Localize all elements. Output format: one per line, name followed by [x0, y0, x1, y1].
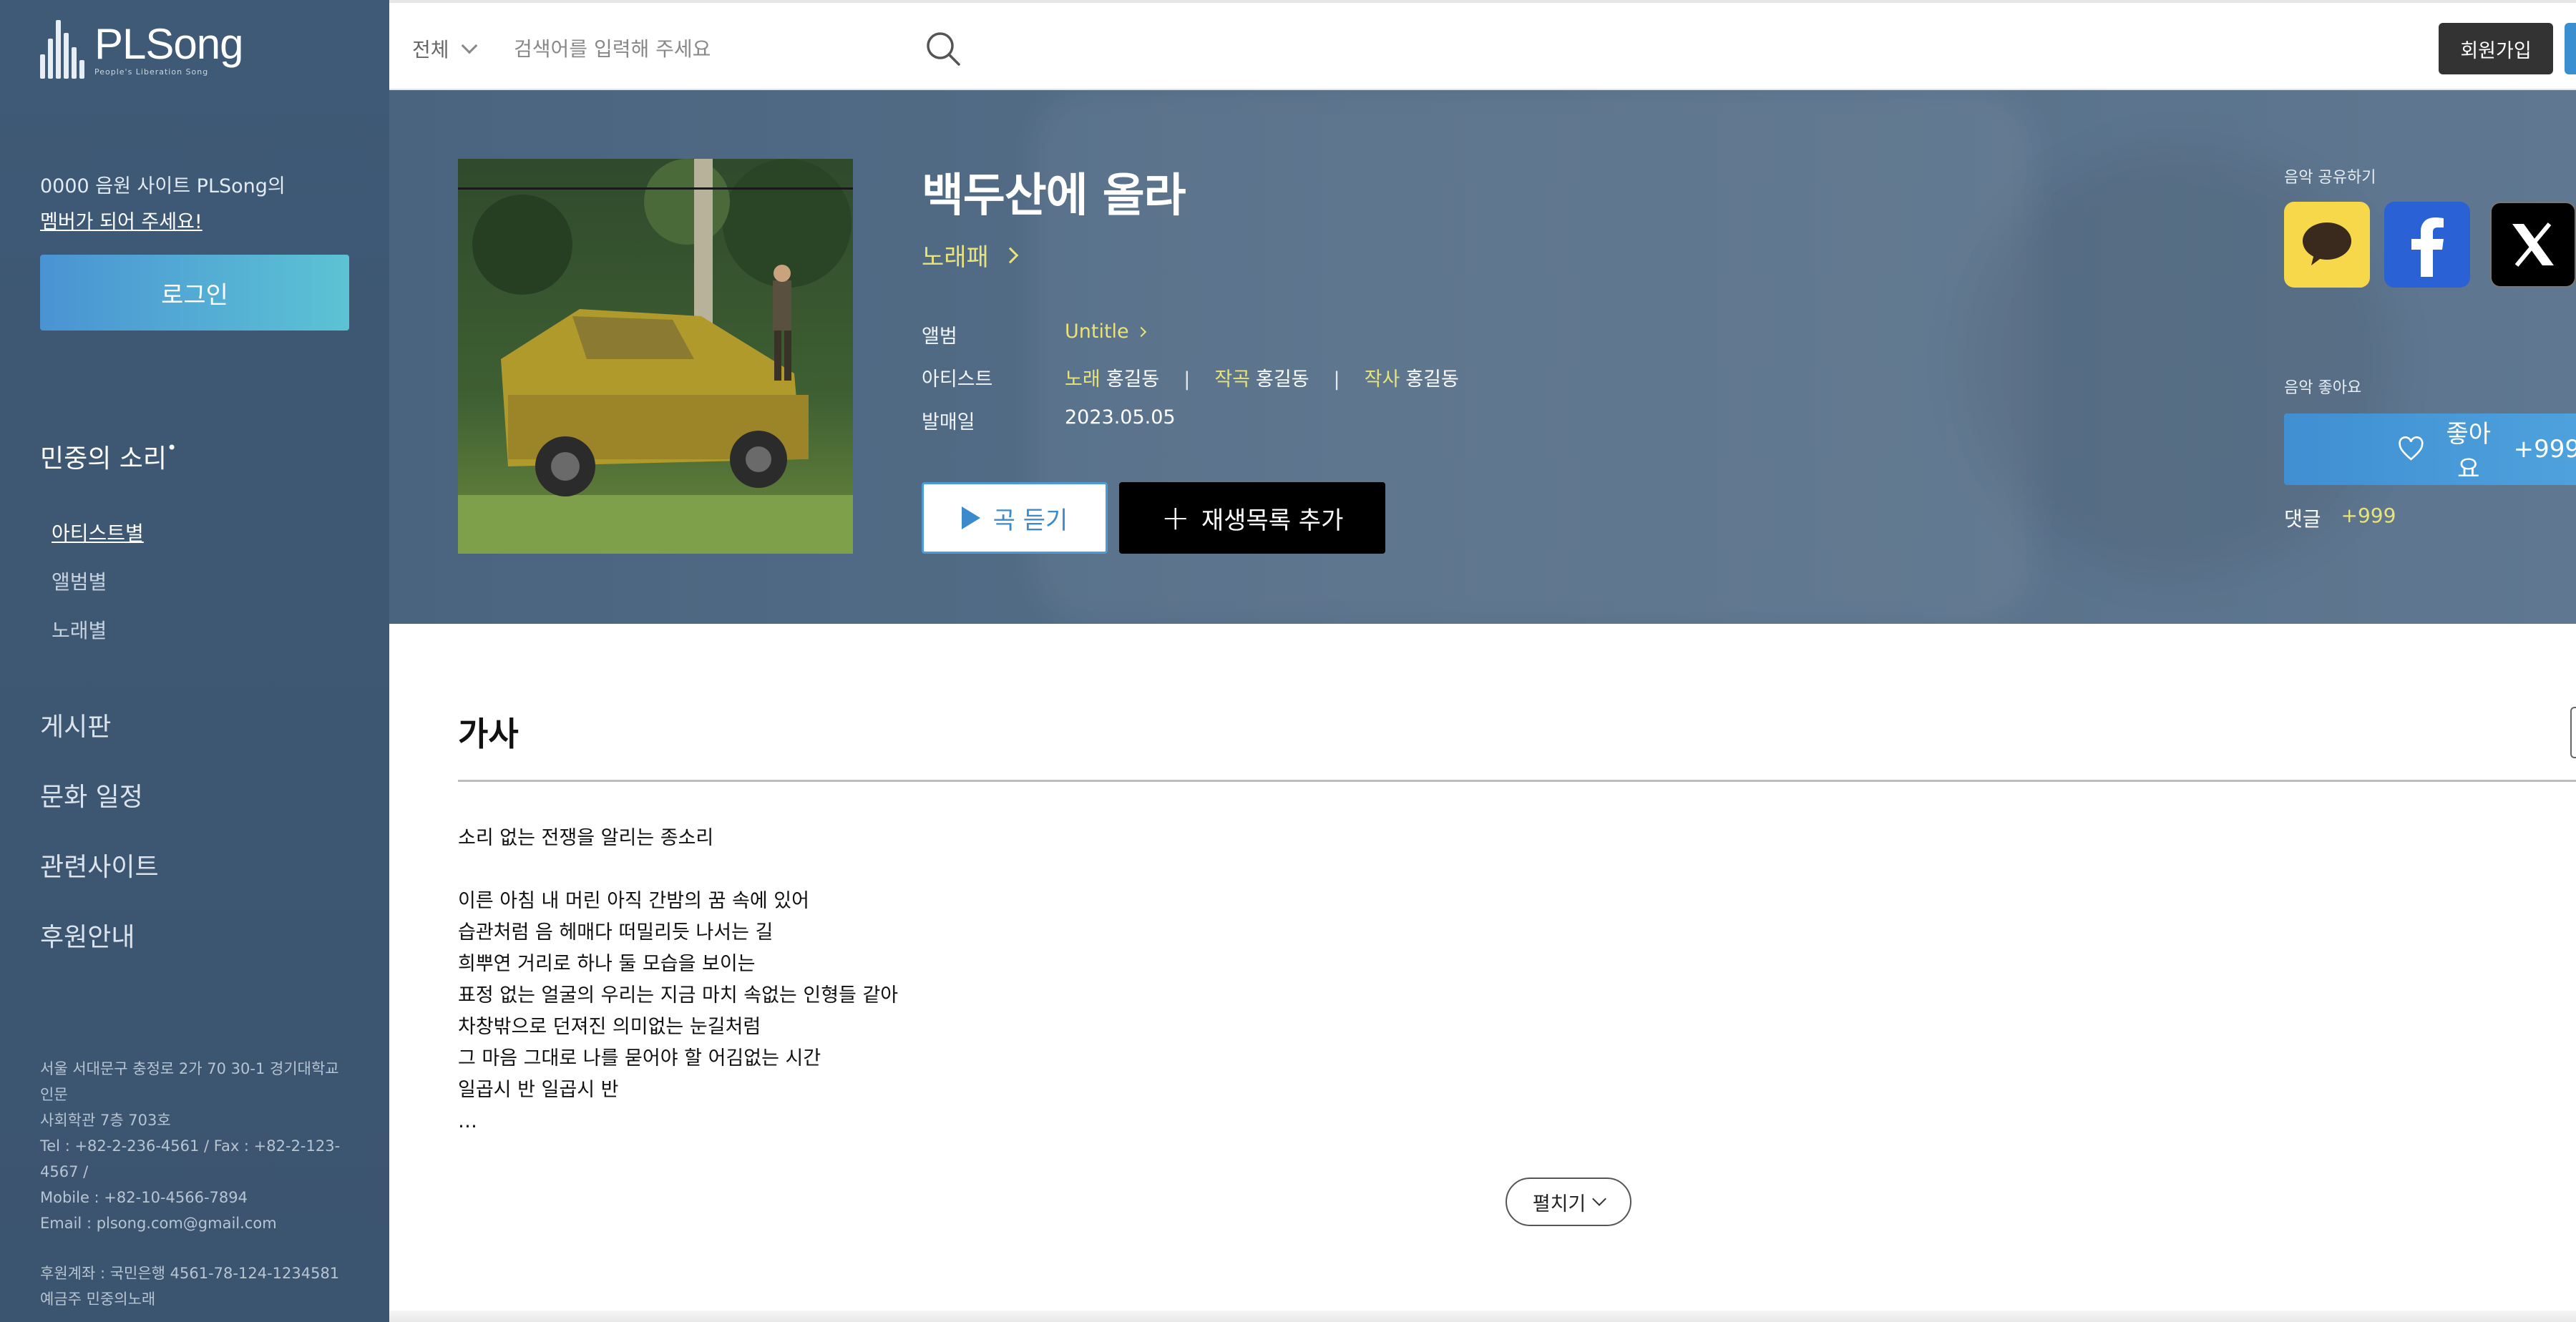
kakao-icon — [2303, 222, 2351, 265]
footer-email: Email : plsong.com@gmail.com — [40, 1215, 277, 1232]
lyrics-line: 그 마음 그대로 나를 묻어야 할 어김없는 시간 — [458, 1047, 821, 1069]
play-label: 곡 듣기 — [992, 506, 1068, 535]
footer-tel: Tel : +82-2-236-4561 / Fax : +82-2-123-4… — [40, 1137, 341, 1180]
plus-icon: + — [1161, 498, 1190, 538]
footer-address-2: 사회학관 7층 703호 — [40, 1112, 171, 1129]
comment-count: +999 — [2341, 504, 2396, 527]
share-label: 음악 공유하기 — [2284, 169, 2376, 187]
like-button[interactable]: 좋아요 +999 — [2284, 413, 2576, 485]
release-date: 2023.05.05 — [1065, 406, 1176, 429]
chevron-right-icon — [1002, 247, 1019, 263]
promo-highlight[interactable]: 멤버가 되어 주세요! — [40, 205, 286, 240]
lyrics-blank-line — [458, 854, 898, 886]
sidebar: PLSong People's Liberation Song 0000 음원 … — [0, 0, 389, 1322]
main-navigation: 게시판 문화 일정 관련사이트 후원안내 — [40, 692, 159, 973]
lyrics-line: 소리 없는 전쟁을 알리는 종소리 — [458, 827, 714, 849]
play-icon — [961, 506, 980, 529]
credit-role: 노래 — [1065, 368, 1101, 391]
promo-line: 0000 음원 사이트 PLSong의 — [40, 175, 286, 197]
lyrics-line: 습관처럼 음 헤매다 떠밀리듯 나서는 길 — [458, 921, 774, 944]
footer-account: 후원계좌 : 국민은행 4561-78-124-1234581 — [40, 1265, 340, 1282]
lyrics-line: 차창밖으로 던져진 의미없는 눈길처럼 — [458, 1016, 761, 1038]
lyrics-side-button[interactable] — [2570, 707, 2576, 758]
add-to-playlist-button[interactable]: + 재생목록 추가 — [1119, 482, 1385, 554]
lyrics-line: 표정 없는 얼굴의 우리는 지금 마치 속없는 인형들 같아 — [458, 984, 899, 1007]
credit-role: 작사 — [1364, 368, 1400, 391]
footer-mobile: Mobile : +82-10-4566-7894 — [40, 1189, 248, 1206]
lyrics-divider — [458, 780, 2576, 782]
site-logo[interactable]: PLSong People's Liberation Song — [40, 19, 244, 80]
credit-name: 홍길동 — [1256, 368, 1309, 391]
chevron-down-icon — [461, 37, 477, 54]
search-category-value: 전체 — [412, 38, 449, 62]
lyrics-line: 희뿌연 거리로 하나 둘 모습을 보이는 — [458, 953, 756, 975]
nav-section-title[interactable]: 민중의 소리• — [40, 438, 177, 475]
album-cover — [458, 159, 853, 554]
add-label: 재생목록 추가 — [1201, 506, 1344, 535]
lyrics-title: 가사 — [458, 715, 519, 753]
expand-label: 펼치기 — [1532, 1193, 1586, 1215]
top-bar: 전체 회원가입 — [389, 0, 2576, 90]
expand-lyrics-button[interactable]: 펼치기 — [1506, 1177, 1631, 1226]
comment-label: 댓글 — [2284, 507, 2321, 531]
credit-separator: | — [1333, 368, 1340, 391]
facebook-icon — [2411, 217, 2444, 277]
logo-mark-icon — [40, 20, 84, 79]
lyrics-line: 이른 아침 내 머린 아직 간밤의 꿈 속에 있어 — [458, 890, 809, 912]
credit-name: 홍길동 — [1106, 368, 1160, 391]
credit-separator: | — [1184, 368, 1191, 391]
signup-button[interactable]: 회원가입 — [2439, 23, 2553, 74]
share-facebook-button[interactable] — [2384, 202, 2470, 288]
chevron-down-icon — [1592, 1192, 1607, 1206]
subnav-item-song[interactable]: 노래별 — [52, 607, 144, 655]
login-button[interactable]: 로그인 — [40, 255, 349, 330]
chevron-right-icon — [1136, 326, 1146, 337]
search-category-select[interactable]: 전체 — [412, 34, 477, 63]
credit-role: 작곡 — [1214, 368, 1251, 391]
bottom-edge — [389, 1311, 2576, 1322]
credits: 노래 홍길동 | 작곡 홍길동 | 작사 홍길동 — [1065, 363, 1459, 391]
search-input[interactable] — [512, 29, 913, 69]
subnav-item-artist[interactable]: 아티스트별 — [52, 509, 144, 558]
play-song-button[interactable]: 곡 듣기 — [922, 482, 1108, 554]
lyrics-ellipsis: … — [458, 1110, 477, 1132]
heart-icon — [2399, 436, 2424, 461]
footer-address: 서울 서대문구 충정로 2가 70 30-1 경기대학교 인문 — [40, 1060, 339, 1103]
like-count: +999 — [2513, 435, 2576, 464]
x-icon — [2512, 222, 2554, 267]
footer-account-holder: 예금주 민중의노래 — [40, 1291, 156, 1308]
artist-link[interactable]: 노래패 — [922, 238, 1019, 273]
nav-section-dot: • — [167, 438, 177, 458]
nav-item-related-sites[interactable]: 관련사이트 — [40, 833, 159, 903]
nav-item-board[interactable]: 게시판 — [40, 692, 159, 763]
nav-item-sponsorship[interactable]: 후원안내 — [40, 903, 159, 973]
album-link[interactable]: Untitle — [1065, 320, 1146, 343]
logo-name: PLSong — [94, 19, 244, 68]
like-label: 음악 좋아요 — [2284, 379, 2362, 397]
nav-section-label: 민중의 소리 — [40, 444, 167, 474]
release-label: 발매일 — [922, 411, 975, 434]
share-kakao-button[interactable] — [2284, 202, 2370, 288]
lyrics-line: 일곱시 반 일곱시 반 — [458, 1079, 619, 1101]
song-title: 백두산에 올라 — [922, 170, 1186, 222]
sub-navigation: 아티스트별 앨범별 노래별 — [52, 509, 144, 655]
logo-tagline: People's Liberation Song — [94, 67, 209, 77]
topbar-extra-button[interactable] — [2565, 23, 2576, 74]
footer-info: 서울 서대문구 충정로 2가 70 30-1 경기대학교 인문 사회학관 7층 … — [40, 1056, 355, 1312]
album-label: 앨범 — [922, 325, 957, 348]
search-icon — [927, 32, 960, 66]
artist-name: 노래패 — [922, 243, 989, 272]
share-x-button[interactable] — [2490, 202, 2576, 288]
member-promo: 0000 음원 사이트 PLSong의 멤버가 되어 주세요! — [40, 169, 286, 240]
like-button-label: 좋아요 — [2446, 420, 2491, 484]
comment-row[interactable]: 댓글 +999 — [2284, 504, 2396, 532]
album-name: Untitle — [1065, 320, 1129, 343]
lyrics-body: 소리 없는 전쟁을 알리는 종소리 이른 아침 내 머린 아직 간밤의 꿈 속에… — [458, 823, 898, 1137]
song-hero: 백두산에 올라 노래패 앨범 Untitle 아티스트 노래 홍길동 | 작곡 홍길동 |… — [389, 90, 2576, 624]
credit-name: 홍길동 — [1405, 368, 1459, 391]
search-button[interactable] — [920, 26, 967, 73]
artist-label: 아티스트 — [922, 368, 993, 391]
subnav-item-album[interactable]: 앨범별 — [52, 558, 144, 607]
nav-item-culture-schedule[interactable]: 문화 일정 — [40, 763, 159, 833]
